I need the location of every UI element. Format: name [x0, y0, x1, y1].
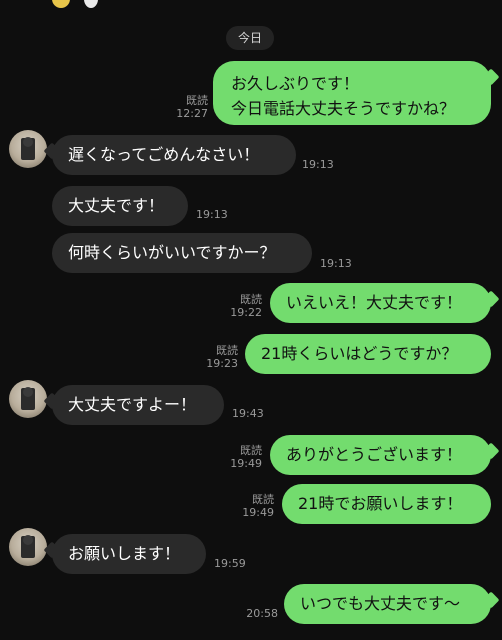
message-text-line: 今日電話大丈夫そうですかね？ — [231, 99, 456, 118]
timestamp: 19:43 — [232, 407, 264, 420]
read-receipt: 既読 — [252, 493, 274, 506]
avatar-image — [21, 535, 35, 558]
message-text-line: お久しぶりです！ — [231, 74, 360, 93]
message-meta: 既読 19:49 — [224, 444, 262, 470]
message-bubble-outgoing[interactable]: いえいえ！大丈夫です！ — [270, 283, 491, 323]
timestamp: 19:49 — [230, 457, 262, 470]
avatar[interactable] — [9, 380, 47, 418]
timestamp: 19:23 — [206, 357, 238, 370]
avatar[interactable] — [9, 130, 47, 168]
read-receipt: 既読 — [240, 444, 262, 457]
message-bubble-outgoing[interactable]: お久しぶりです！ 今日電話大丈夫そうですかね？ — [213, 61, 491, 125]
message-bubble-incoming[interactable]: 何時くらいがいいですかー？ — [52, 233, 312, 273]
top-cutoff-icons — [52, 0, 98, 8]
date-separator: 今日 — [226, 26, 275, 50]
timestamp: 19:59 — [214, 557, 246, 570]
read-receipt: 既読 — [186, 94, 208, 107]
timestamp: 19:13 — [320, 257, 352, 270]
timestamp: 19:13 — [196, 208, 228, 221]
timestamp: 19:22 — [230, 306, 262, 319]
read-receipt: 既読 — [240, 293, 262, 306]
message-meta: 既読 19:49 — [236, 493, 274, 519]
message-bubble-outgoing[interactable]: 21時くらいはどうですか？ — [245, 334, 491, 374]
message-bubble-incoming[interactable]: お願いします！ — [52, 534, 206, 574]
message-bubble-incoming[interactable]: 遅くなってごめんなさい！ — [52, 135, 296, 175]
message-meta: 既読 12:27 — [170, 94, 208, 120]
avatar-image — [21, 137, 35, 160]
read-receipt: 既読 — [216, 344, 238, 357]
timestamp: 12:27 — [176, 107, 208, 120]
message-bubble-outgoing[interactable]: 21時でお願いします！ — [282, 484, 491, 524]
timestamp: 19:49 — [242, 506, 274, 519]
message-bubble-outgoing[interactable]: いつでも大丈夫です〜 — [284, 584, 491, 624]
avatar-image — [21, 387, 35, 410]
message-meta: 既読 19:23 — [200, 344, 238, 370]
avatar[interactable] — [9, 528, 47, 566]
emoji-icon — [84, 0, 98, 8]
emoji-icon — [52, 0, 70, 8]
message-bubble-incoming[interactable]: 大丈夫ですよー！ — [52, 385, 224, 425]
message-meta: 既読 19:22 — [224, 293, 262, 319]
message-bubble-outgoing[interactable]: ありがとうございます！ — [270, 435, 491, 475]
message-bubble-incoming[interactable]: 大丈夫です！ — [52, 186, 188, 226]
timestamp: 20:58 — [246, 607, 278, 620]
timestamp: 19:13 — [302, 158, 334, 171]
